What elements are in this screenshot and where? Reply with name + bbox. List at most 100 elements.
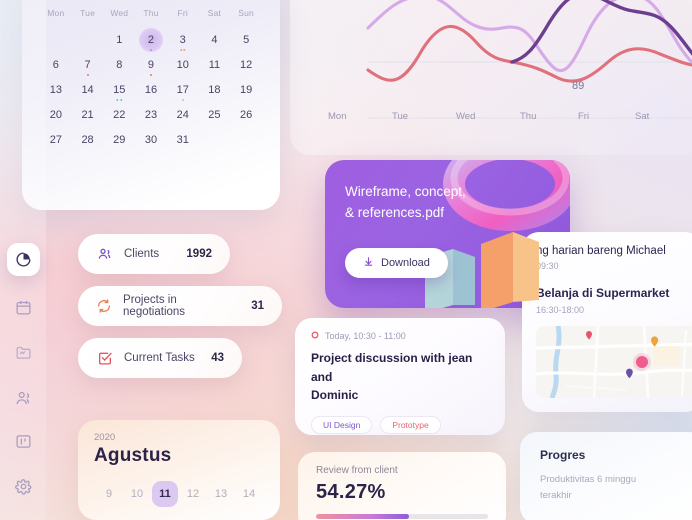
stat-value: 31 (251, 300, 264, 312)
sidebar (0, 0, 46, 520)
review-label: Review from client (316, 465, 398, 476)
month-day-10[interactable]: 10 (124, 481, 150, 507)
dashboard-stage: 89 MonTueWedThuFriSatSun MonTueWedThuFri… (0, 0, 692, 520)
calendar-day-number: 18 (208, 83, 221, 96)
calendar-day-number: 4 (211, 33, 218, 46)
sidebar-item-dashboard[interactable] (7, 243, 40, 276)
chart-tick-tue: Tue (392, 111, 409, 122)
meeting-time: Today, 10:30 - 11:00 (325, 331, 406, 341)
agenda-item2-time: 16:30-18:00 (536, 305, 585, 315)
calendar-day-5[interactable]: 5 (230, 27, 262, 52)
calendar-day-number: 23 (144, 108, 158, 121)
stat-card-clients[interactable]: Clients 1992 (78, 234, 230, 274)
calendar-day-number: 17 (176, 83, 189, 96)
calendar-day-14[interactable]: 14 (72, 77, 104, 102)
marker-dot (86, 74, 89, 76)
calendar-day-7[interactable]: 7 (72, 52, 104, 77)
folder-icon (15, 344, 32, 361)
calendar-day-number: 26 (240, 108, 253, 121)
progres-title: Progres (540, 448, 586, 462)
calendar-day-12[interactable]: 12 (230, 52, 262, 77)
sidebar-item-projects[interactable] (8, 426, 39, 457)
calendar-day-21[interactable]: 21 (72, 102, 104, 127)
chart-tick-mon: Mon (328, 111, 347, 122)
stat-card-projects[interactable]: Projects in negotiations 31 (78, 286, 282, 326)
calendar-day-number: 16 (144, 83, 158, 96)
calendar-day-3[interactable]: 3 (167, 27, 199, 52)
users-icon (96, 246, 113, 263)
sidebar-item-settings[interactable] (8, 471, 39, 502)
calendar-day-30[interactable]: 30 (135, 127, 167, 152)
tag-ui-design[interactable]: UI Design (311, 415, 373, 434)
tag-prototype[interactable]: Prototype (380, 415, 441, 434)
check-square-icon (96, 350, 113, 367)
month-year: 2020 (94, 432, 116, 443)
calendar-day-number: 3 (179, 33, 186, 46)
calendar-day-8[interactable]: 8 (103, 52, 135, 77)
calendar-day-number: 30 (144, 133, 158, 146)
download-title-line2: & references.pdf (345, 204, 445, 220)
calendar-day-number: 27 (49, 133, 62, 146)
calendar-day-16[interactable]: 16 (135, 77, 167, 102)
calendar-weekday: Sun (238, 8, 254, 18)
meeting-title-line1: Project discussion with jean and (311, 351, 473, 384)
calendar-day-17[interactable]: 17 (167, 77, 199, 102)
stat-card-tasks[interactable]: Current Tasks 43 (78, 338, 242, 378)
download-file-card[interactable]: Wireframe, concept, & references.pdf Dow… (325, 160, 570, 308)
meeting-card[interactable]: Today, 10:30 - 11:00 Project discussion … (295, 318, 505, 435)
calendar-weekday: Fri (177, 8, 188, 18)
calendar-day-number: 8 (116, 58, 123, 71)
calendar-day-18[interactable]: 18 (199, 77, 231, 102)
map-thumbnail[interactable] (536, 326, 692, 398)
chart-tick-wed: Wed (456, 111, 476, 122)
pie-chart-icon (15, 251, 32, 268)
sidebar-item-clients[interactable] (8, 382, 39, 413)
calendar-day-28[interactable]: 28 (72, 127, 104, 152)
calendar-day-24[interactable]: 24 (167, 102, 199, 127)
calendar-day-19[interactable]: 19 (230, 77, 262, 102)
month-day-11[interactable]: 11 (152, 481, 178, 507)
calendar-day-number: 24 (176, 108, 189, 121)
download-button[interactable]: Download (345, 248, 448, 278)
calendar-day-number: 19 (240, 83, 253, 96)
sidebar-item-files[interactable] (8, 337, 39, 368)
marker-dot (183, 49, 186, 51)
month-day-strip[interactable]: 9 10 11 12 13 14 (94, 481, 264, 507)
calendar-day-number: 29 (113, 133, 126, 146)
calendar-day-number: 15 (113, 83, 126, 96)
calendar-day-number: 6 (52, 58, 59, 71)
calendar-day-number: 7 (84, 58, 91, 71)
download-title-line1: Wireframe, concept, (345, 184, 466, 199)
stat-label: Current Tasks (124, 352, 195, 364)
users-icon (15, 389, 33, 407)
calendar-day-number: 21 (81, 108, 94, 121)
marker-dot (179, 49, 182, 51)
meeting-time-row: Today, 10:30 - 11:00 (311, 331, 489, 341)
calendar-day-number: 5 (243, 33, 250, 46)
calendar-day-15[interactable]: 15 (103, 77, 135, 102)
calendar-day-23[interactable]: 23 (135, 102, 167, 127)
calendar-day-26[interactable]: 26 (230, 102, 262, 127)
calendar-day-22[interactable]: 22 (103, 102, 135, 127)
calendar-day-25[interactable]: 25 (199, 102, 231, 127)
month-day-9[interactable]: 9 (96, 481, 122, 507)
month-day-12[interactable]: 12 (180, 481, 206, 507)
calendar-day-11[interactable]: 11 (199, 52, 231, 77)
calendar-day-1[interactable]: 1 (103, 27, 135, 52)
map-graphic (536, 326, 692, 398)
calendar-day-number: 13 (49, 83, 62, 96)
calendar-day-4[interactable]: 4 (199, 27, 231, 52)
calendar-day-markers (116, 99, 123, 101)
calendar-day-10[interactable]: 10 (167, 52, 199, 77)
calendar-day-2[interactable]: 2 (135, 27, 167, 52)
sidebar-item-calendar[interactable] (8, 292, 39, 323)
month-day-14[interactable]: 14 (236, 481, 262, 507)
calendar-day-9[interactable]: 9 (135, 52, 167, 77)
progres-subtitle-line2: terakhir (540, 490, 572, 502)
calendar-day-29[interactable]: 29 (103, 127, 135, 152)
marker-dot (149, 49, 152, 51)
calendar-day-grid[interactable]: 1 2 3 4 5 6 7 8 9 10 11 12 13 14 15 16 17 18 19 20 21 22 23 24 2… (40, 27, 262, 152)
calendar-day-31[interactable]: 31 (167, 127, 199, 152)
month-day-13[interactable]: 13 (208, 481, 234, 507)
calendar-icon (15, 299, 32, 316)
